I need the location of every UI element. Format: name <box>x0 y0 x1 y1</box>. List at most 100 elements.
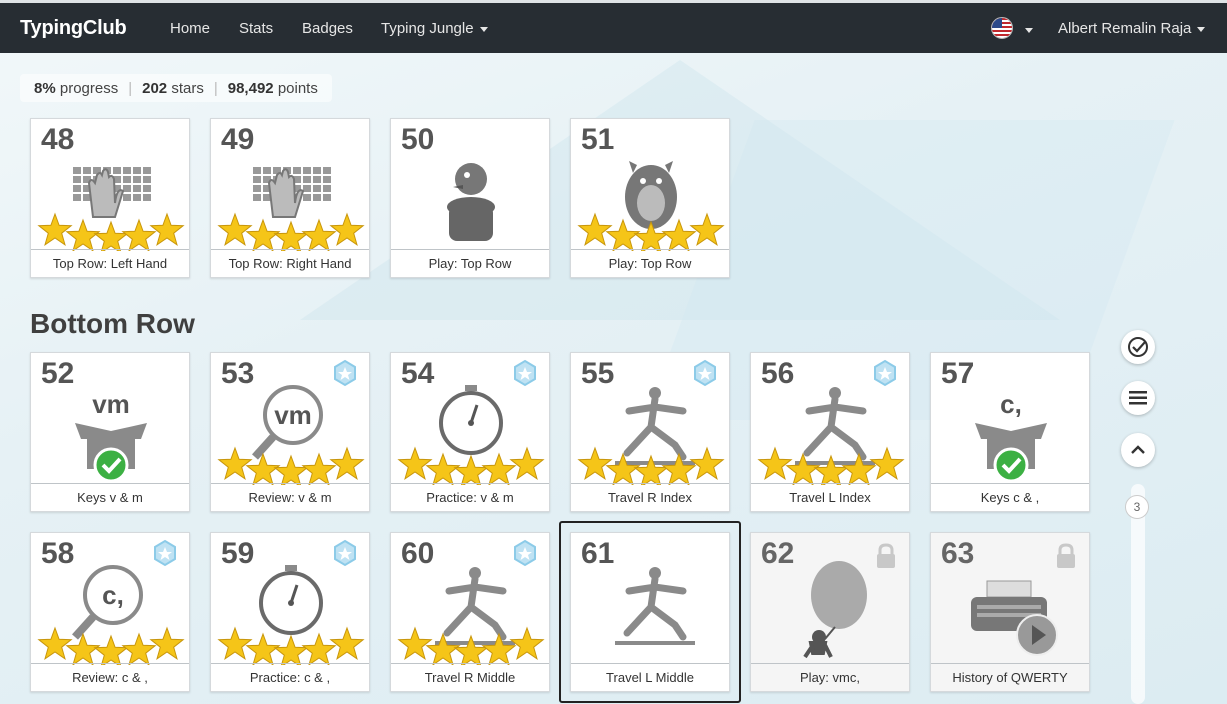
nav-typing-jungle[interactable]: Typing Jungle <box>381 20 488 37</box>
star-icon <box>605 218 641 251</box>
star-icon <box>509 446 545 480</box>
star-icon <box>217 212 253 246</box>
lesson-card-48[interactable]: 48 Top Row: Left Hand <box>30 118 190 278</box>
star-icon <box>425 452 461 485</box>
lesson-label: Practice: c & , <box>211 663 369 691</box>
lesson-card-52[interactable]: 52 vm Keys v & m <box>30 352 190 512</box>
lesson-label: Keys c & , <box>931 483 1089 511</box>
star-icon <box>329 626 365 660</box>
user-name: Albert Remalin Raja <box>1058 20 1192 37</box>
stopwatch-icon <box>397 385 545 485</box>
scroll-up-button[interactable] <box>1121 433 1155 467</box>
stopwatch-icon <box>217 565 365 665</box>
stars-label: stars <box>171 79 204 97</box>
star-icon <box>633 220 669 251</box>
star-icon <box>453 634 489 665</box>
lesson-label: Review: c & , <box>31 663 189 691</box>
star-icon <box>329 212 365 246</box>
nav-typing-jungle-label: Typing Jungle <box>381 20 474 37</box>
box-check-icon: vm <box>75 389 147 483</box>
us-flag-icon[interactable] <box>991 17 1013 39</box>
lesson-card-50[interactable]: 50 Play: Top Row <box>390 118 550 278</box>
star-icon <box>397 626 433 660</box>
star-icon <box>301 452 337 485</box>
svg-text:vm: vm <box>274 400 312 430</box>
lesson-label: Play: Top Row <box>571 249 729 277</box>
star-icon <box>121 632 157 665</box>
star-icon <box>93 220 129 251</box>
magnifier-icon: c, <box>37 565 185 665</box>
lesson-card-57[interactable]: 57 c, Keys c & , <box>930 352 1090 512</box>
star-icon <box>217 626 253 660</box>
brand-logo[interactable]: TypingClub <box>20 17 127 40</box>
yoga-pose-icon <box>757 387 905 485</box>
star-icon <box>785 452 821 485</box>
lesson-card-54[interactable]: 54 Practice: v & m <box>390 352 550 512</box>
progress-label: progress <box>59 79 119 97</box>
star-icon <box>273 220 309 251</box>
star-icon <box>121 218 157 251</box>
achievement-badge-icon <box>694 359 716 387</box>
menu-button[interactable] <box>1121 381 1155 415</box>
achievement-badge-icon <box>874 359 896 387</box>
yoga-pose-icon <box>397 567 545 665</box>
divider: | <box>128 79 133 97</box>
selected-lesson-outline <box>559 521 741 703</box>
lesson-label: Top Row: Left Hand <box>31 249 189 277</box>
star-icon <box>661 218 697 251</box>
star-icon <box>245 452 281 485</box>
star-icon <box>481 452 517 485</box>
magnifier-icon: vm <box>217 385 365 485</box>
star-icon <box>65 632 101 665</box>
star-icon <box>65 218 101 251</box>
star-icon <box>273 634 309 665</box>
stars-count: 202 <box>142 79 168 97</box>
lesson-card-59[interactable]: 59 Practice: c & , <box>210 532 370 692</box>
divider: | <box>213 79 218 97</box>
monster-icon <box>577 161 725 251</box>
bird-in-pot-icon <box>447 163 495 241</box>
lesson-label: Top Row: Right Hand <box>211 249 369 277</box>
lesson-card-49[interactable]: 49 Top Row: Right Hand <box>210 118 370 278</box>
achievement-badge-icon <box>154 539 176 567</box>
lesson-card-60[interactable]: 60 Travel R Middle <box>390 532 550 692</box>
nav-home[interactable]: Home <box>170 20 210 37</box>
star-icon <box>841 452 877 485</box>
star-icon <box>217 446 253 480</box>
page-indicator[interactable]: 3 <box>1125 495 1149 519</box>
star-icon <box>577 446 613 480</box>
star-icon <box>397 446 433 480</box>
achievement-badge-icon <box>334 539 356 567</box>
progress-percent: 8% <box>34 79 56 97</box>
nav-stats[interactable]: Stats <box>239 20 273 37</box>
check-progress-button[interactable] <box>1121 330 1155 364</box>
lock-icon <box>877 543 895 568</box>
chevron-down-icon <box>1197 26 1206 32</box>
lesson-card-53[interactable]: 53 vm Review: v & m <box>210 352 370 512</box>
lesson-label: Practice: v & m <box>391 483 549 511</box>
lesson-label: Play: Top Row <box>391 249 549 277</box>
star-icon <box>661 452 697 485</box>
nav-badges[interactable]: Badges <box>302 20 353 37</box>
lesson-card-56[interactable]: 56 Travel L Index <box>750 352 910 512</box>
star-icon <box>329 446 365 480</box>
lesson-card-55[interactable]: 55 Travel R Index <box>570 352 730 512</box>
chevron-down-icon[interactable] <box>1025 28 1033 33</box>
points-label: points <box>277 79 318 97</box>
star-icon <box>149 212 185 246</box>
achievement-badge-icon <box>334 359 356 387</box>
lesson-card-51[interactable]: 51 Play: Top Row <box>570 118 730 278</box>
star-icon <box>757 446 793 480</box>
box-check-icon: c, <box>975 389 1047 483</box>
star-icon <box>93 634 129 665</box>
star-icon <box>149 626 185 660</box>
lesson-card-58[interactable]: 58 c, Review: c & , <box>30 532 190 692</box>
star-icon <box>425 632 461 665</box>
lesson-card-63: 63 History of QWERTY <box>930 532 1090 692</box>
svg-text:vm: vm <box>92 389 130 419</box>
user-menu[interactable]: Albert Remalin Raja <box>1058 20 1206 37</box>
points-count: 98,492 <box>227 79 274 97</box>
star-icon <box>577 212 613 246</box>
lesson-card-62: 62 Play: vmc, <box>750 532 910 692</box>
star-icon <box>273 454 309 485</box>
